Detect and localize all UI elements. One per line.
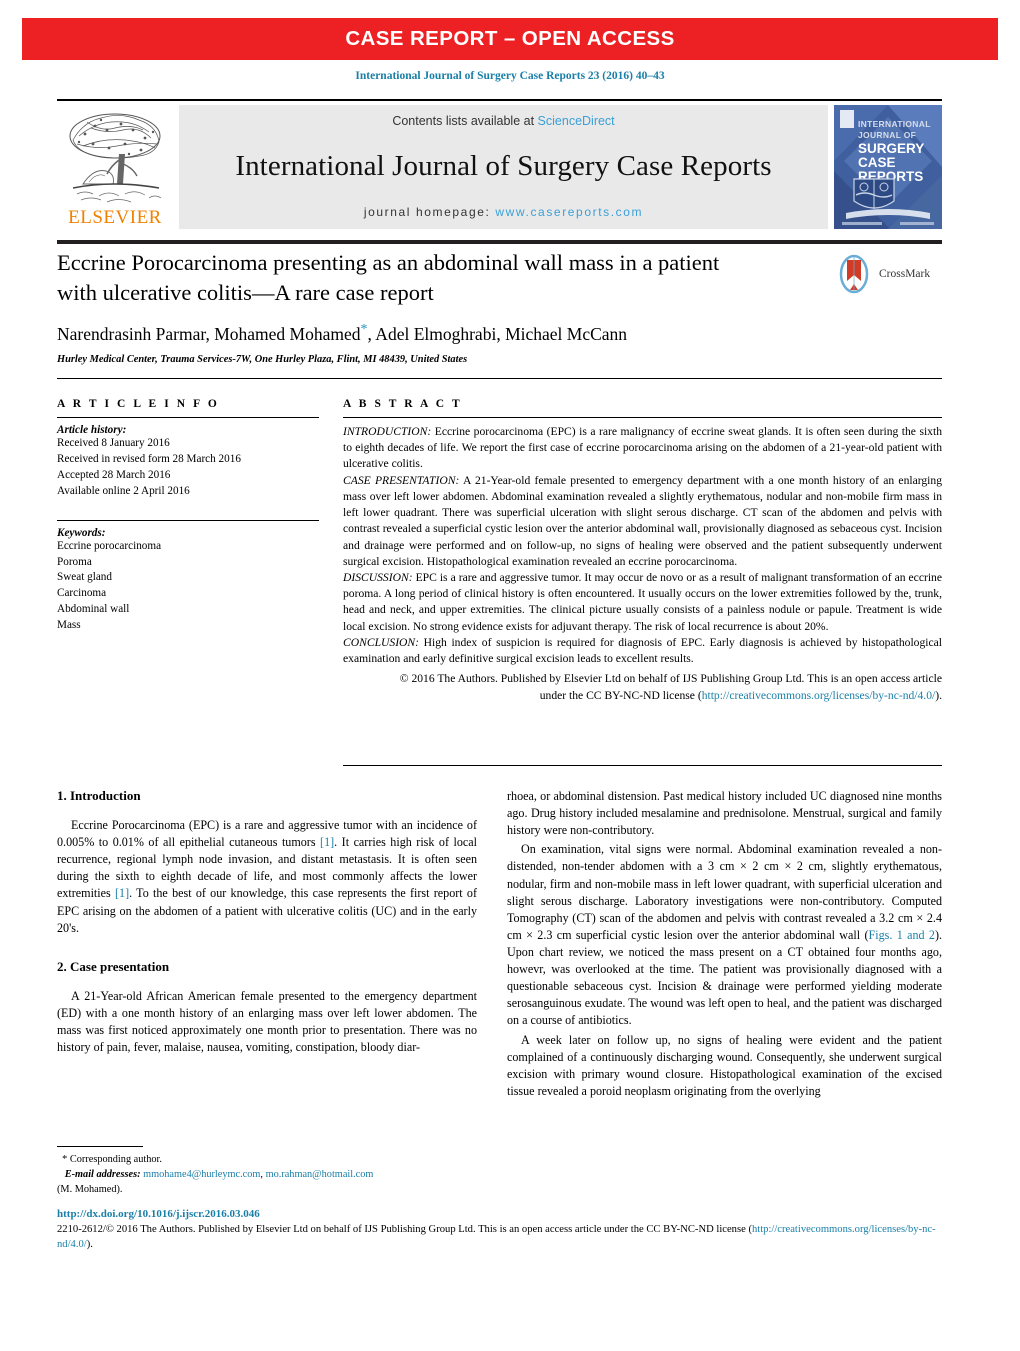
- issn-copyright-text: 2210-2612/© 2016 The Authors. Published …: [57, 1224, 752, 1235]
- abstract-discussion: DISCUSSION: EPC is a rare and aggressive…: [343, 570, 942, 635]
- title-divider: [57, 240, 942, 244]
- case-presentation-paragraph: A 21-Year-old African American female pr…: [57, 988, 477, 1055]
- page-title: Eccrine Porocarcinoma presenting as an a…: [57, 250, 720, 305]
- page-footer: http://dx.doi.org/10.1016/j.ijscr.2016.0…: [57, 1208, 942, 1253]
- article-info-rule: [57, 417, 319, 418]
- section-heading-case-presentation: 2. Case presentation: [57, 958, 170, 974]
- footer-tail: ).: [86, 1239, 93, 1251]
- body-column-left: 1. Introduction Eccrine Porocarcinoma (E…: [57, 788, 477, 1058]
- keywords-rule: [57, 519, 319, 521]
- keywords-label: Keywords:: [57, 526, 106, 539]
- authors-part-two: , Adel Elmoghrabi, Michael McCann: [367, 323, 628, 344]
- homepage-prefix: journal homepage:: [363, 205, 491, 219]
- journal-title: International Journal of Surgery Case Re…: [235, 150, 772, 182]
- email-link-secondary[interactable]: mo.rahman@hotmail.com: [266, 1169, 374, 1180]
- keyword-item: Sweat gland: [57, 571, 112, 584]
- abstract-introduction: INTRODUCTION: Eccrine porocarcinoma (EPC…: [343, 424, 942, 473]
- citation-ref-1[interactable]: [1]: [320, 835, 334, 849]
- abstract-column: A B S T R A C T INTRODUCTION: Eccrine po…: [343, 398, 942, 704]
- abstract-bottom-divider: [343, 765, 942, 766]
- abstract-copyright: © 2016 The Authors. Published by Elsevie…: [343, 671, 942, 703]
- banner-label: CASE REPORT – OPEN ACCESS: [345, 27, 675, 50]
- article-history-label: Article history:: [57, 424, 127, 436]
- authors-part-one: Narendrasinh Parmar, Mohamed Mohamed: [57, 323, 361, 344]
- sciencedirect-link[interactable]: ScienceDirect: [538, 114, 615, 128]
- svg-text:SURGERY: SURGERY: [858, 141, 924, 156]
- article-info-heading: A R T I C L E I N F O: [57, 398, 220, 410]
- article-info-column: A R T I C L E I N F O Article history: R…: [57, 398, 319, 634]
- keyword-item: Carcinoma: [57, 587, 107, 600]
- footer-license-text: 2210-2612/© 2016 The Authors. Published …: [57, 1222, 942, 1253]
- email-link-primary[interactable]: mmohame4@hurleymc.com: [143, 1169, 260, 1180]
- article-history-item: Accepted 28 March 2016: [57, 468, 171, 481]
- figure-link-1-2[interactable]: Figs. 1 and 2: [868, 928, 934, 942]
- journal-cover-thumbnail: INTERNATIONAL JOURNAL OF SURGERY CASE RE…: [834, 105, 942, 229]
- footnote-rule: [57, 1146, 143, 1147]
- abstract-case-label: CASE PRESENTATION:: [343, 473, 460, 487]
- examination-paragraph: On examination, vital signs were normal.…: [507, 841, 942, 1029]
- svg-text:CASE: CASE: [858, 155, 896, 170]
- follow-up-paragraph: A week later on follow up, no signs of h…: [507, 1032, 942, 1098]
- keyword-item: Abdominal wall: [57, 603, 130, 616]
- crossmark-label: CrossMark: [879, 268, 931, 280]
- cc-license-link[interactable]: http://creativecommons.org/licenses/by-n…: [702, 689, 936, 702]
- publisher-logo: ELSEVIER: [57, 105, 173, 229]
- svg-text:JOURNAL OF: JOURNAL OF: [858, 130, 916, 140]
- introduction-paragraph: Eccrine Porocarcinoma (EPC) is a rare an…: [57, 817, 477, 937]
- abstract-discussion-text: EPC is a rare and aggressive tumor. It m…: [343, 570, 942, 633]
- article-history-item: Received 8 January 2016: [57, 437, 170, 449]
- section-heading-introduction: 1. Introduction: [57, 788, 141, 803]
- abstract-copyright-tail: ).: [935, 688, 942, 702]
- exam-text-b: ). Upon chart review, we noticed the mas…: [507, 927, 942, 1028]
- corresponding-author-text: Corresponding author.: [67, 1154, 162, 1165]
- journal-masthead: ELSEVIER Contents lists available at Sci…: [57, 99, 942, 233]
- email-addresses-label: E-mail addresses:: [64, 1169, 141, 1181]
- abstract-conclusion: CONCLUSION: High index of suspicion is r…: [343, 635, 942, 667]
- abstract-conclusion-label: CONCLUSION:: [343, 635, 420, 649]
- article-history-item: Received in revised form 28 March 2016: [57, 452, 241, 465]
- case-paragraph-continued: rhoea, or abdominal distension. Past med…: [507, 789, 942, 838]
- running-head: International Journal of Surgery Case Re…: [355, 70, 665, 82]
- corresponding-author-marker[interactable]: *: [361, 322, 368, 337]
- abstract-rule: [343, 417, 942, 418]
- keyword-item: Mass: [57, 619, 81, 632]
- abstract-discussion-label: DISCUSSION:: [343, 570, 413, 584]
- journal-homepage-line: journal homepage: www.casereports.com: [364, 205, 643, 219]
- abstract-case-presentation: CASE PRESENTATION: A 21-Year-old female …: [343, 473, 942, 570]
- elsevier-wordmark: ELSEVIER: [68, 207, 162, 228]
- corresponding-author-footnote: * Corresponding author. E-mail addresses…: [57, 1146, 477, 1197]
- contents-prefix: Contents lists available at: [392, 114, 535, 128]
- email-owner: (M. Mohamed).: [57, 1184, 123, 1196]
- abstract-case-text: A 21-Year-old female presented to emerge…: [343, 473, 943, 568]
- doi-link[interactable]: http://dx.doi.org/10.1016/j.ijscr.2016.0…: [57, 1208, 942, 1220]
- keyword-item: Poroma: [57, 555, 92, 568]
- abstract-introduction-text: Eccrine porocarcinoma (EPC) is a rare ma…: [343, 425, 942, 471]
- contents-lists-line: Contents lists available at ScienceDirec…: [392, 114, 614, 128]
- open-access-banner: CASE REPORT – OPEN ACCESS: [22, 18, 998, 60]
- svg-text:INTERNATIONAL: INTERNATIONAL: [858, 119, 931, 129]
- homepage-url-link[interactable]: www.casereports.com: [495, 205, 643, 219]
- body-column-right: rhoea, or abdominal distension. Past med…: [507, 788, 942, 1102]
- article-history-item: Available online 2 April 2016: [57, 484, 190, 497]
- journal-banner: Contents lists available at ScienceDirec…: [179, 105, 828, 229]
- elsevier-tree-icon: [69, 113, 162, 203]
- abstract-top-divider: [57, 378, 942, 379]
- journal-cover-image: INTERNATIONAL JOURNAL OF SURGERY CASE RE…: [834, 105, 942, 229]
- corresponding-author-line: * Corresponding author.: [57, 1152, 477, 1167]
- crossmark-badge[interactable]: CrossMark: [834, 252, 942, 296]
- abstract-heading: A B S T R A C T: [343, 398, 463, 410]
- abstract-introduction-label: INTRODUCTION:: [343, 425, 432, 438]
- affiliation: Hurley Medical Center, Trauma Services-7…: [57, 353, 468, 365]
- keyword-item: Eccrine porocarcinoma: [57, 539, 162, 552]
- email-line: E-mail addresses: mmohame4@hurleymc.com,…: [57, 1167, 477, 1182]
- title-block: CrossMark Eccrine Porocarcinoma presenti…: [57, 248, 942, 365]
- crossmark-icon: [839, 254, 869, 294]
- author-list: Narendrasinh Parmar, Mohamed Mohamed*, A…: [57, 322, 942, 345]
- citation-ref-1[interactable]: [1]: [115, 886, 129, 900]
- abstract-conclusion-text: High index of suspicion is required for …: [343, 635, 942, 666]
